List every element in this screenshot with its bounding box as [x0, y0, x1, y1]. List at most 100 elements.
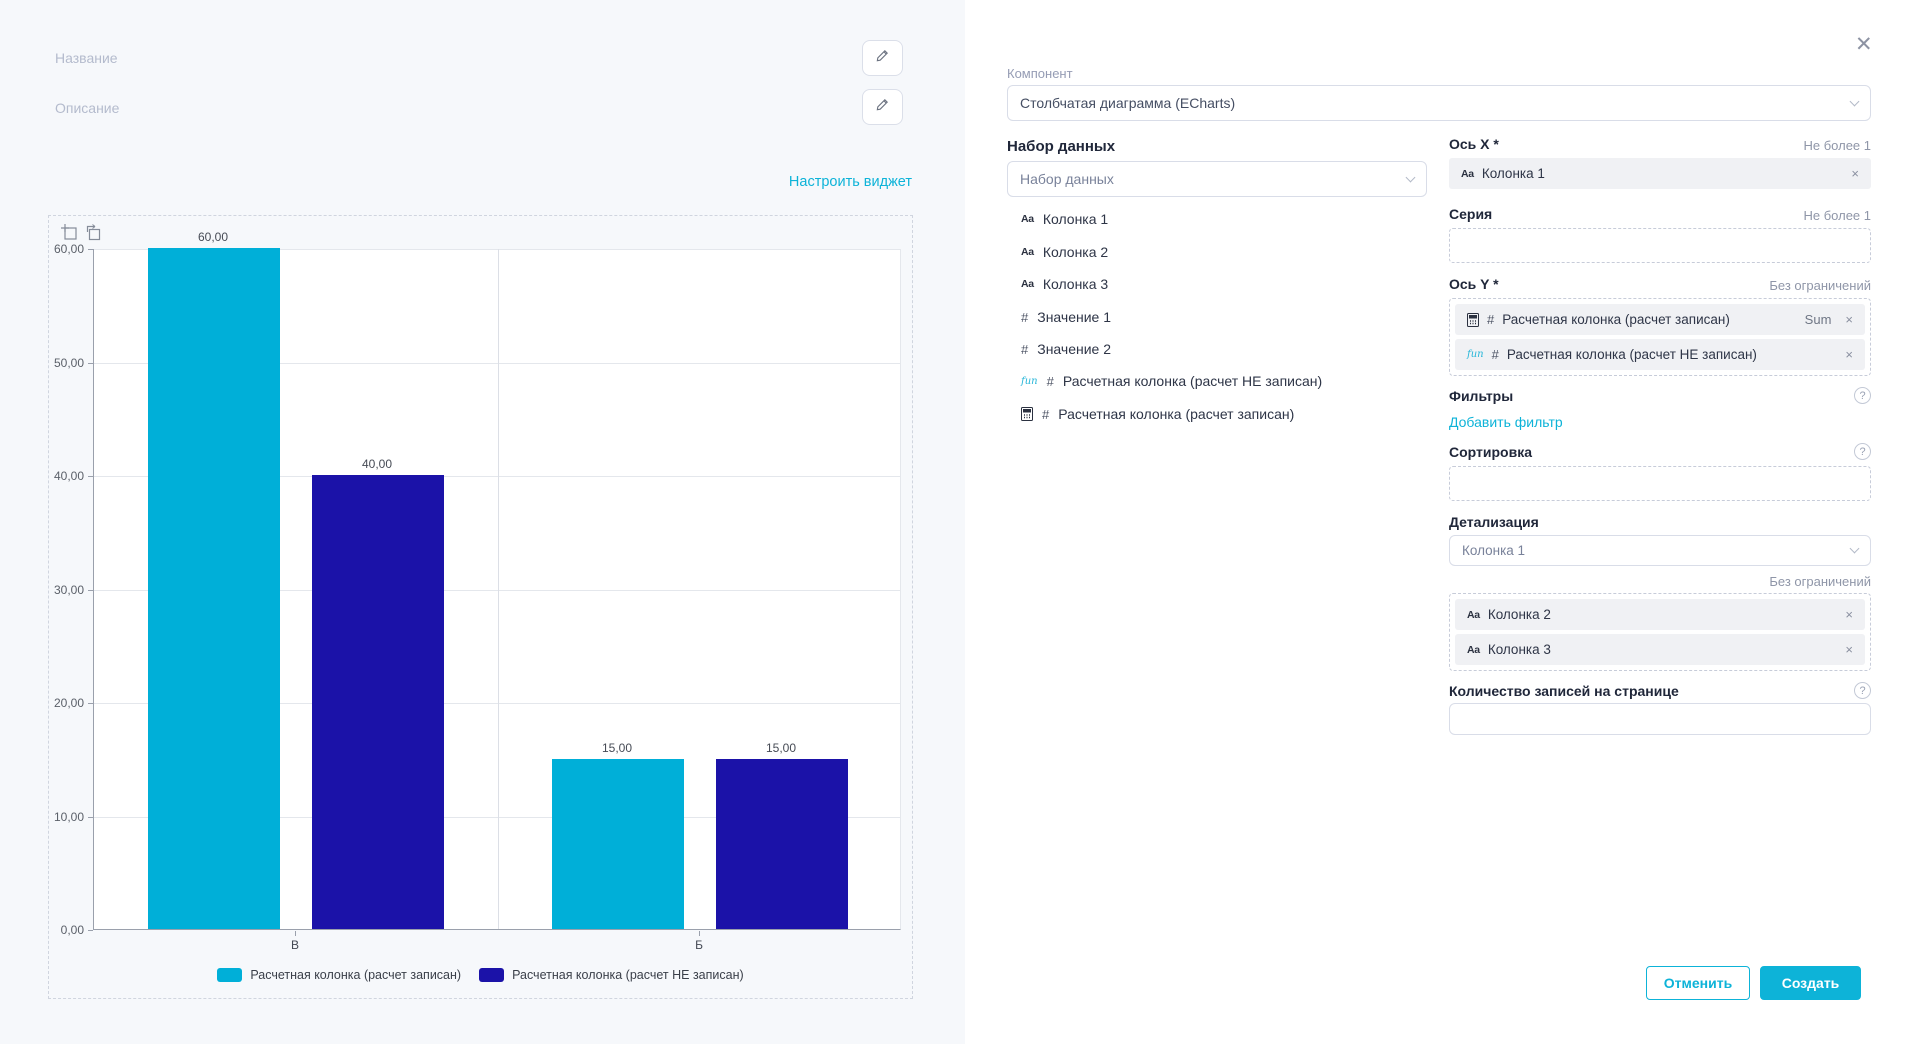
text-column-icon: Aa [1021, 278, 1034, 290]
widget-description-label: Описание [55, 100, 119, 116]
bar-value-label: 60,00 [198, 230, 228, 244]
edit-description-button[interactable] [862, 89, 903, 125]
widget-preview-panel: Название Описание Настроить виджет [0, 0, 965, 1044]
field-chip[interactable]: Aa Колонка 3 × [1455, 634, 1865, 665]
filters-help-icon[interactable]: ? [1854, 387, 1871, 404]
legend-swatch [217, 968, 242, 982]
field-chip[interactable]: fun#Расчетная колонка (расчет НЕ записан… [1455, 339, 1865, 370]
filters-label: Фильтры [1449, 388, 1513, 404]
remove-chip-icon[interactable]: × [1845, 348, 1853, 361]
dataset-field-label: Расчетная колонка (расчет НЕ записан) [1063, 373, 1322, 389]
legend-label: Расчетная колонка (расчет НЕ записан) [512, 968, 744, 982]
restore-zoom-icon[interactable] [85, 224, 102, 246]
chart-preview-card: 0,0010,0020,0030,0040,0050,0060,00В60,00… [48, 215, 913, 999]
x-axis-tick [699, 931, 700, 936]
y-axis-tick-label: 10,00 [54, 810, 84, 824]
aggregation-tag[interactable]: Sum [1805, 312, 1832, 327]
remove-chip-icon[interactable]: × [1851, 167, 1859, 180]
add-filter-link[interactable]: Добавить фильтр [1449, 414, 1563, 430]
bar-value-label: 15,00 [602, 741, 632, 755]
dataset-field-item[interactable]: Aa Колонка 3 [1021, 271, 1108, 297]
remove-chip-icon[interactable]: × [1845, 313, 1853, 326]
x-axis-category-label: В [291, 938, 299, 952]
field-chip[interactable]: Aa Колонка 1 × [1449, 158, 1871, 189]
edit-name-button[interactable] [862, 40, 903, 76]
y-axis-tick [88, 476, 93, 477]
component-label: Компонент [1007, 66, 1073, 81]
dataset-field-item[interactable]: #Значение 2 [1021, 336, 1111, 362]
chart-plot-area [93, 249, 901, 930]
chip-label: Колонка 1 [1482, 166, 1844, 181]
component-select[interactable]: Столбчатая диаграмма (ECharts) [1007, 85, 1871, 121]
x-axis-category-label: Б [695, 938, 703, 952]
widget-settings-panel: ✕ Компонент Столбчатая диаграмма (EChart… [965, 0, 1919, 1044]
dataset-field-label: Значение 1 [1037, 309, 1111, 325]
detail-select[interactable]: Колонка 1 [1449, 535, 1871, 566]
configure-widget-link[interactable]: Настроить виджет [789, 174, 912, 190]
detail-label: Детализация [1449, 514, 1539, 530]
sorting-help-icon[interactable]: ? [1854, 443, 1871, 460]
text-column-icon: Aa [1461, 168, 1474, 180]
axis-x-label: Ось X * [1449, 136, 1499, 152]
function-icon: fun [1467, 349, 1484, 360]
dataset-field-item[interactable]: AaКолонка 2 [1021, 239, 1108, 265]
number-column-icon: # [1047, 374, 1054, 389]
number-column-icon: # [1487, 312, 1494, 327]
dataset-field-item[interactable]: #Расчетная колонка (расчет записан) [1021, 401, 1294, 427]
widget-editor: Название Описание Настроить виджет [0, 0, 1919, 1044]
chevron-down-icon [1850, 96, 1860, 106]
bar-Расчетная-колонка-(расчет-НЕ-записан)[interactable] [716, 759, 848, 929]
y-axis-tick-label: 50,00 [54, 356, 84, 370]
sorting-dropzone[interactable] [1449, 466, 1871, 501]
bar-Расчетная-колонка-(расчет-НЕ-записан)[interactable] [312, 475, 444, 929]
legend-item[interactable]: Расчетная колонка (расчет записан) [217, 968, 461, 982]
field-chip[interactable]: #Расчетная колонка (расчет записан)Sum× [1455, 304, 1865, 335]
dataset-select[interactable]: Набор данных [1007, 161, 1427, 197]
detail-limit-hint: Без ограничений [1671, 574, 1871, 589]
dataset-field-item[interactable]: #Значение 1 [1021, 304, 1111, 330]
y-axis-tick-label: 0,00 [61, 923, 84, 937]
create-button[interactable]: Создать [1760, 966, 1861, 1000]
cancel-button[interactable]: Отменить [1646, 966, 1750, 1000]
y-axis-tick [88, 930, 93, 931]
calculator-icon [1467, 313, 1479, 327]
remove-chip-icon[interactable]: × [1845, 643, 1853, 656]
chip-label: Колонка 3 [1488, 642, 1838, 657]
detail-chips: AaКолонка 2×AaКолонка 3× [1449, 593, 1871, 671]
series-dropzone[interactable] [1449, 228, 1871, 263]
page-size-label: Количество записей на странице [1449, 683, 1679, 699]
text-column-icon: Aa [1467, 609, 1480, 621]
close-icon[interactable]: ✕ [1855, 34, 1873, 55]
text-column-icon: Aa [1021, 213, 1034, 225]
series-limit-hint: Не более 1 [1671, 208, 1871, 223]
legend-label: Расчетная колонка (расчет записан) [250, 968, 461, 982]
field-chip[interactable]: AaКолонка 2× [1455, 599, 1865, 630]
axis-y-label: Ось Y * [1449, 276, 1499, 292]
y-axis-tick [88, 817, 93, 818]
dataset-field-item[interactable]: fun#Расчетная колонка (расчет НЕ записан… [1021, 368, 1322, 394]
x-axis-tick [295, 931, 296, 936]
y-axis-tick [88, 249, 93, 250]
text-column-icon: Aa [1467, 644, 1480, 656]
remove-chip-icon[interactable]: × [1845, 608, 1853, 621]
number-column-icon: # [1021, 342, 1028, 357]
bar-value-label: 40,00 [362, 457, 392, 471]
y-axis-tick-label: 30,00 [54, 583, 84, 597]
page-size-input[interactable] [1449, 703, 1871, 735]
chip-label: Расчетная колонка (расчет НЕ записан) [1507, 347, 1838, 362]
sorting-label: Сортировка [1449, 444, 1532, 460]
chart-legend: Расчетная колонка (расчет записан) Расчет… [49, 968, 912, 982]
chevron-down-icon [1406, 172, 1416, 182]
dataset-field-label: Колонка 3 [1043, 276, 1108, 292]
bar-Расчетная-колонка-(расчет-записан)[interactable] [552, 759, 684, 929]
text-column-icon: Aa [1021, 246, 1034, 258]
series-label: Серия [1449, 206, 1492, 222]
y-axis-tick [88, 590, 93, 591]
page-size-help-icon[interactable]: ? [1854, 682, 1871, 699]
y-axis-tick [88, 363, 93, 364]
dataset-field-item[interactable]: AaКолонка 1 [1021, 206, 1108, 232]
pencil-icon [875, 97, 890, 117]
legend-item[interactable]: Расчетная колонка (расчет НЕ записан) [479, 968, 744, 982]
bar-Расчетная-колонка-(расчет-записан)[interactable] [148, 248, 280, 929]
y-axis-tick [88, 703, 93, 704]
